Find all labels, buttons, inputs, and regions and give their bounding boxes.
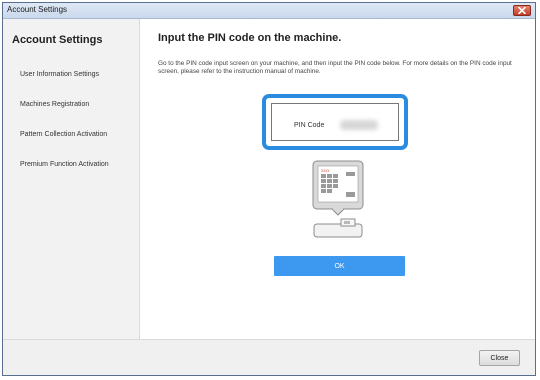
pin-code-label: PIN Code [294,122,325,129]
sidebar-item-user-information-settings[interactable]: User Information Settings [20,71,99,78]
screen-text: XXXX [321,169,330,173]
close-icon [518,7,526,14]
instructions-text: Go to the PIN code input screen on your … [158,60,512,75]
sidebar-item-premium-function-activation[interactable]: Premium Function Activation [20,161,109,168]
pin-code-panel: PIN Code [262,94,408,150]
sidebar-item-pattern-collection-activation[interactable]: Pattern Collection Activation [20,131,107,138]
sidebar-item-machines-registration[interactable]: Machines Registration [20,101,89,108]
sidebar: Account Settings User Information Settin… [3,19,140,339]
page-title: Input the PIN code on the machine. [158,32,342,44]
title-bar: Account Settings [3,3,535,19]
sidebar-heading: Account Settings [12,34,103,46]
window-close-button[interactable] [513,5,531,16]
window-title: Account Settings [7,5,68,14]
machine-icon: XXXX [312,160,364,243]
footer-bar: Close [3,339,535,375]
main-content: Input the PIN code on the machine. Go to… [140,19,535,339]
pin-code-frame: PIN Code [271,103,399,141]
account-settings-window: Account Settings Account Settings User I… [2,2,536,376]
ok-button[interactable]: OK [274,256,405,276]
pin-code-value [340,120,378,130]
close-button[interactable]: Close [479,350,520,366]
